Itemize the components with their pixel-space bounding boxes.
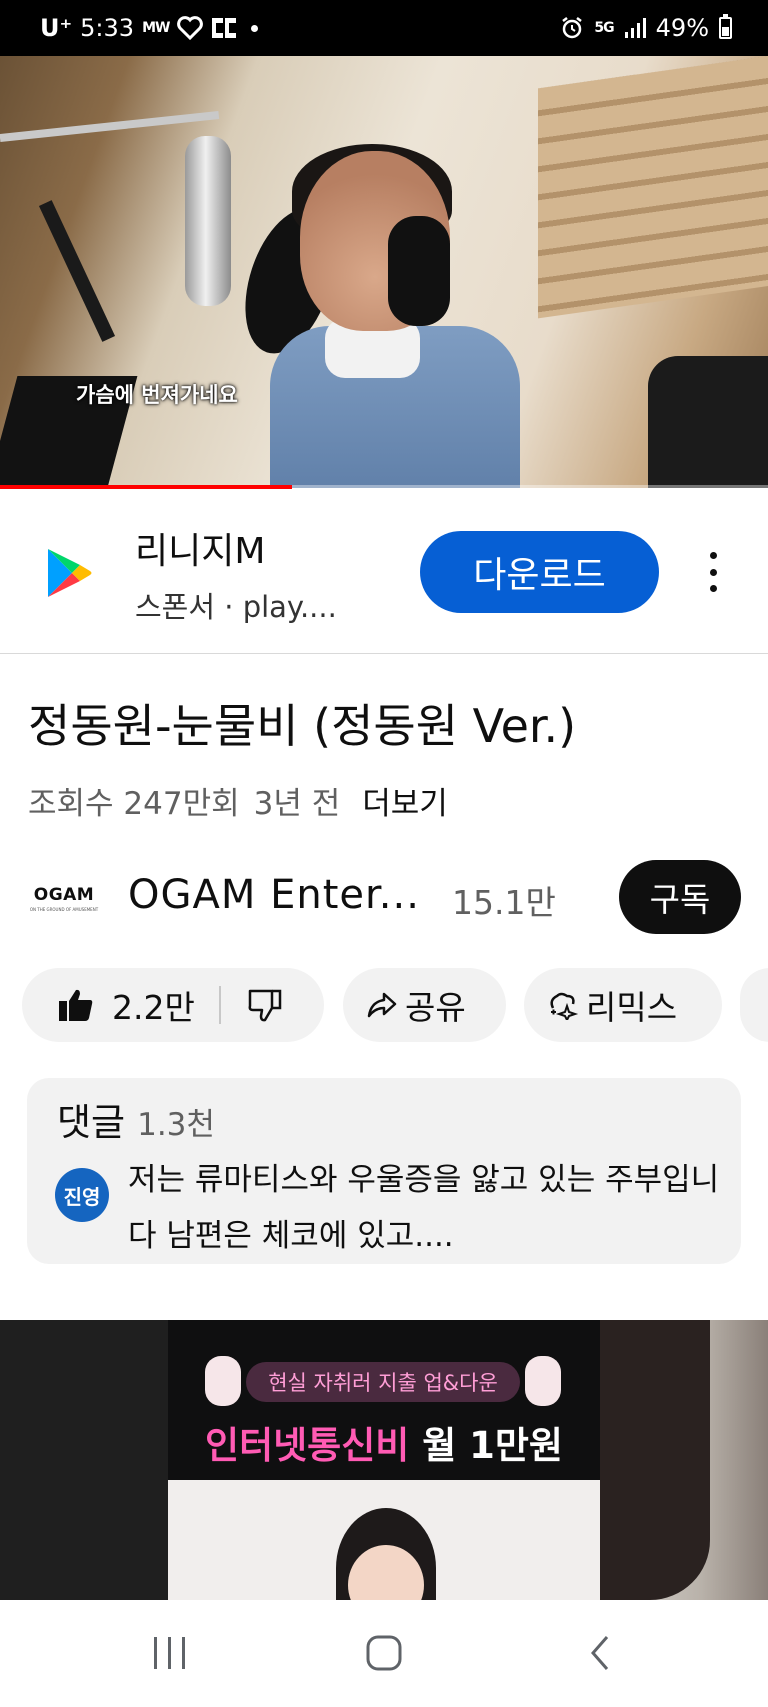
remix-icon <box>546 988 580 1022</box>
like-dislike-pill: 2.2만 <box>22 968 324 1042</box>
comments-header: 댓글 1.3천 <box>57 1092 215 1146</box>
channel-logo-tagline: ON THE GROUND OF AMUSEMENT <box>29 906 99 912</box>
battery-icon <box>719 14 732 39</box>
signal-icon <box>624 17 646 39</box>
ad-sponsor-line: 스폰서 · play.... <box>135 590 337 624</box>
subscriber-count: 15.1만 <box>452 883 556 922</box>
alarm-icon <box>560 16 584 40</box>
banner-headline-white: 월 1만원 <box>422 1424 563 1467</box>
more-actions-peek[interactable] <box>740 968 768 1042</box>
comments-count: 1.3천 <box>137 1107 215 1143</box>
share-icon <box>365 988 399 1022</box>
thumbs-down-hand-icon <box>525 1356 561 1406</box>
remix-label: 리믹스 <box>586 988 678 1027</box>
clock: 5:33 <box>80 14 135 42</box>
comments-section[interactable]: 댓글 1.3천 진영 저는 류마티스와 우울증을 앓고 있는 주부입니다 남편은… <box>27 1078 741 1264</box>
thumbs-up-icon[interactable] <box>56 985 96 1025</box>
commenter-avatar: 진영 <box>55 1168 109 1222</box>
like-count[interactable]: 2.2만 <box>112 981 195 1029</box>
back-icon[interactable] <box>570 1628 630 1678</box>
download-button[interactable]: 다운로드 <box>420 531 659 613</box>
network-type: 5G <box>594 20 614 36</box>
view-count: 조회수 247만회 <box>28 786 240 822</box>
channel-avatar[interactable]: OGAM ON THE GROUND OF AMUSEMENT <box>28 862 100 934</box>
ad-app-name: 리니지M <box>135 531 266 572</box>
thumbs-up-hand-icon <box>205 1356 241 1406</box>
action-row: 2.2만 공유 리믹스 <box>0 968 768 1042</box>
home-icon[interactable] <box>354 1628 414 1678</box>
system-nav-bar <box>0 1600 768 1707</box>
share-label: 공유 <box>405 988 466 1027</box>
video-title[interactable]: 정동원-눈물비 (정동원 Ver.) <box>28 690 576 756</box>
channel-name[interactable]: OGAM Enter... <box>128 872 420 918</box>
heart-icon <box>177 16 204 40</box>
video-player[interactable]: 가슴에 번져가네요 <box>0 56 768 488</box>
thumbs-down-icon[interactable] <box>245 985 285 1025</box>
acoustic-panel <box>538 56 768 319</box>
mw-icon: MW <box>142 20 170 36</box>
remix-button[interactable]: 리믹스 <box>524 968 722 1042</box>
video-progress-bar[interactable] <box>0 485 768 489</box>
more-options-icon[interactable] <box>705 552 721 592</box>
share-button[interactable]: 공유 <box>343 968 506 1042</box>
upload-age: 3년 전 <box>253 786 341 822</box>
battery-percent: 49% <box>655 14 709 42</box>
google-play-icon <box>40 545 96 601</box>
microphone-image <box>185 136 231 306</box>
banner-tag: 현실 자취러 지출 업&다운 <box>246 1362 520 1402</box>
status-bar: U⁺ 5:33 MW 5G 49% <box>0 0 768 56</box>
notification-dot-icon <box>251 24 259 32</box>
more-link[interactable]: 더보기 <box>362 778 448 823</box>
video-subtitle: 가슴에 번져가네요 <box>76 383 238 407</box>
progress-fill <box>0 485 292 489</box>
status-left: U⁺ 5:33 MW <box>40 0 259 56</box>
banner-photo <box>168 1480 600 1600</box>
video-meta[interactable]: 조회수 247만회 3년 전 더보기 <box>28 778 448 823</box>
comments-title: 댓글 <box>57 1101 126 1144</box>
banner-headline: 인터넷통신비 월 1만원 <box>168 1415 600 1469</box>
recent-apps-icon[interactable] <box>140 1628 200 1678</box>
carrier-label: U⁺ <box>40 14 73 42</box>
banner-headline-pink: 인터넷통신비 <box>205 1424 410 1467</box>
channel-logo-text: OGAM <box>33 884 95 905</box>
cc-icon <box>211 16 237 40</box>
top-comment-text: 저는 류마티스와 우울증을 앓고 있는 주부입니다 남편은 체코에 있고.... <box>128 1162 720 1254</box>
subscribe-button[interactable]: 구독 <box>619 860 741 934</box>
status-right: 5G 49% <box>560 0 732 56</box>
